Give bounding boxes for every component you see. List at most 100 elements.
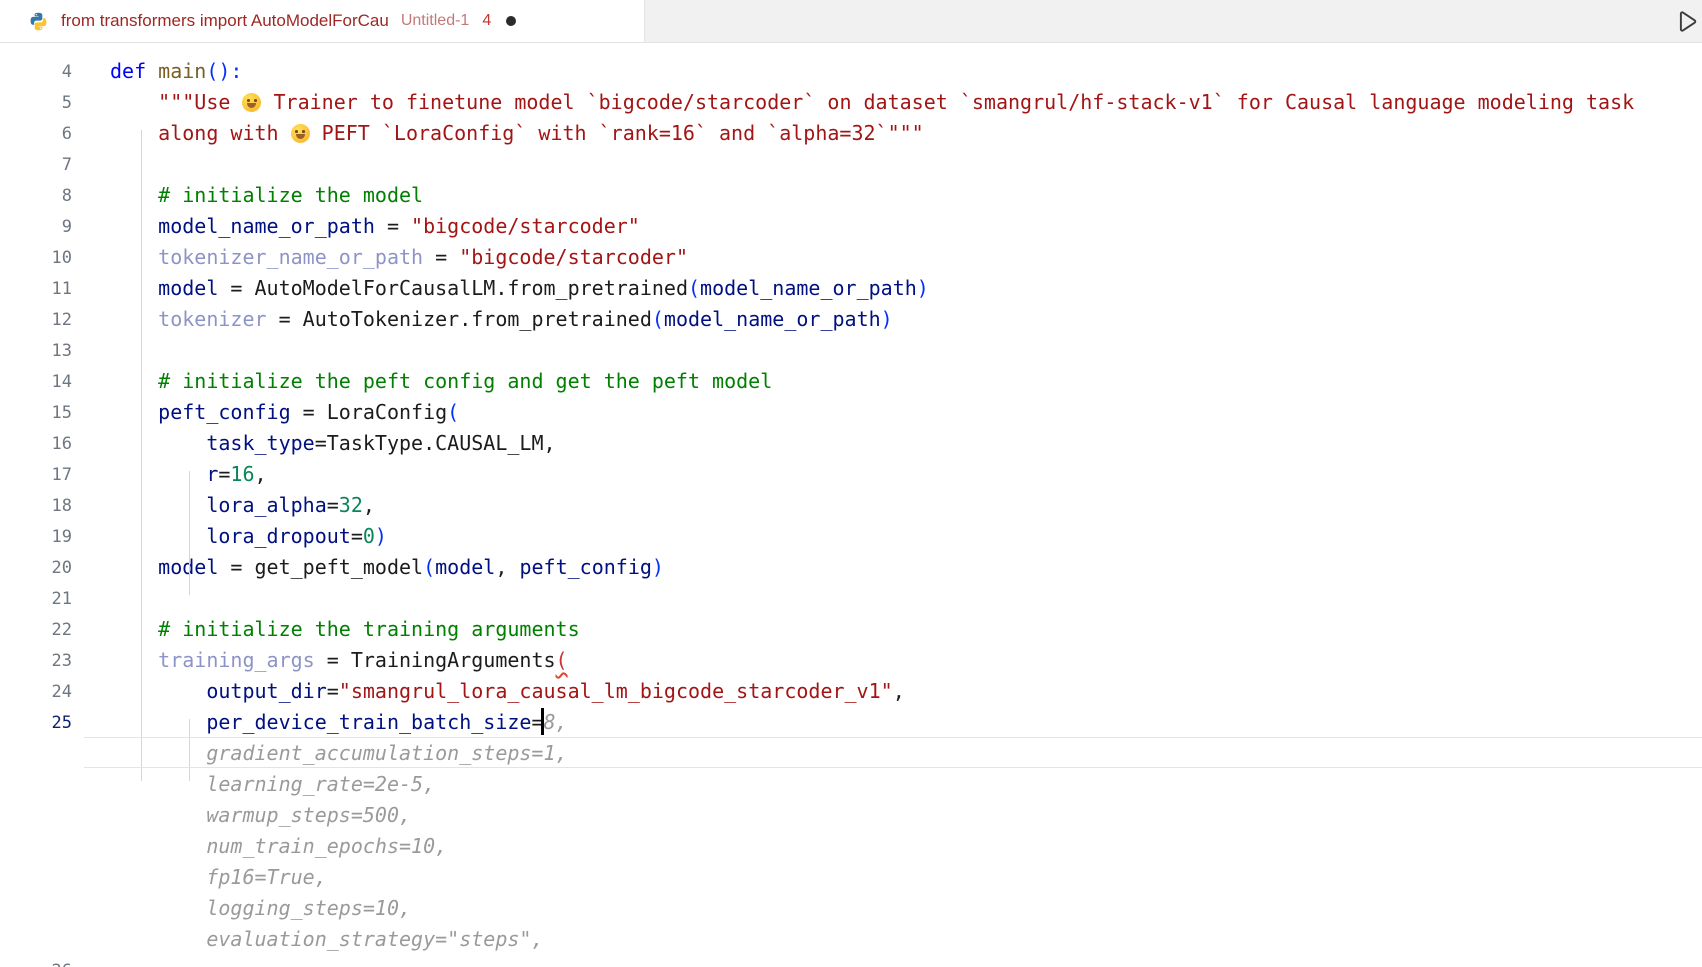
code-line-17[interactable]: 17 r=16, xyxy=(0,459,1702,490)
token-s: "bigcode/starcoder" xyxy=(411,214,640,238)
code-line-12[interactable]: 12 tokenizer = AutoTokenizer.from_pretra… xyxy=(0,304,1702,335)
code-line-23[interactable]: 23 training_args = TrainingArguments( xyxy=(0,645,1702,676)
code-line-14[interactable]: 14 # initialize the peft config and get … xyxy=(0,366,1702,397)
line-number: 13 xyxy=(0,341,72,361)
ghost-line[interactable]: gradient_accumulation_steps=1, xyxy=(0,738,1702,769)
code-text: evaluation_strategy="steps", xyxy=(72,924,1702,955)
token-g: gradient_accumulation_steps=1, xyxy=(110,741,568,765)
ghost-line[interactable]: warmup_steps=500, xyxy=(0,800,1702,831)
line-number: 7 xyxy=(0,155,72,175)
code-line-13[interactable]: 13 xyxy=(0,335,1702,366)
token-t: , xyxy=(255,462,267,486)
code-line-9[interactable]: 9 model_name_or_path = "bigcode/starcode… xyxy=(0,211,1702,242)
code-text: tokenizer_name_or_path = "bigcode/starco… xyxy=(72,242,1702,273)
run-file-button[interactable] xyxy=(1673,8,1700,35)
token-br: ) xyxy=(881,307,893,331)
line-number: 9 xyxy=(0,217,72,237)
code-text: model_name_or_path = "bigcode/starcoder" xyxy=(72,211,1702,242)
line-number: 22 xyxy=(0,620,72,640)
code-line-16[interactable]: 16 task_type=TaskType.CAUSAL_LM, xyxy=(0,428,1702,459)
code-line-8[interactable]: 8 # initialize the model xyxy=(0,180,1702,211)
token-c: # initialize the model xyxy=(158,183,423,207)
code-editor[interactable]: 4def main():5 """Use Trainer to finetune… xyxy=(0,43,1702,967)
token-t xyxy=(146,59,158,83)
token-t: , xyxy=(893,679,905,703)
code-text: output_dir="smangrul_lora_causal_lm_bigc… xyxy=(72,676,1702,707)
code-line-26[interactable]: 26 xyxy=(0,955,1702,967)
token-v: model xyxy=(435,555,495,579)
ghost-line[interactable]: num_train_epochs=10, xyxy=(0,831,1702,862)
token-s: along with xyxy=(110,121,291,145)
token-t: = TrainingArguments xyxy=(315,648,556,672)
token-t: = xyxy=(327,679,339,703)
token-vf: tokenizer xyxy=(158,307,266,331)
token-br: ) xyxy=(652,555,664,579)
code-text: num_train_epochs=10, xyxy=(72,831,1702,862)
line-number: 26 xyxy=(0,961,72,967)
tab-title: from transformers import AutoModelForCau xyxy=(61,11,389,31)
token-v: model_name_or_path xyxy=(664,307,881,331)
code-line-25[interactable]: 25 per_device_train_batch_size=8, xyxy=(0,707,1702,738)
token-g: learning_rate=2e-5, xyxy=(110,772,435,796)
ghost-line[interactable]: evaluation_strategy="steps", xyxy=(0,924,1702,955)
token-t xyxy=(110,276,158,300)
token-fn: main xyxy=(158,59,206,83)
token-t: = xyxy=(327,493,339,517)
token-t xyxy=(110,493,206,517)
line-number: 16 xyxy=(0,434,72,454)
line-number: 19 xyxy=(0,527,72,547)
code-text: warmup_steps=500, xyxy=(72,800,1702,831)
token-br: ) xyxy=(375,524,387,548)
code-line-4[interactable]: 4def main(): xyxy=(0,56,1702,87)
line-number: 25 xyxy=(0,713,72,733)
line-number: 15 xyxy=(0,403,72,423)
token-t xyxy=(110,400,158,424)
code-line-19[interactable]: 19 lora_dropout=0) xyxy=(0,521,1702,552)
ghost-line[interactable]: learning_rate=2e-5, xyxy=(0,769,1702,800)
token-n: 16 xyxy=(230,462,254,486)
code-line-15[interactable]: 15 peft_config = LoraConfig( xyxy=(0,397,1702,428)
token-vf: training_args xyxy=(158,648,315,672)
token-n: 0 xyxy=(363,524,375,548)
code-text: logging_steps=10, xyxy=(72,893,1702,924)
token-v: lora_dropout xyxy=(206,524,351,548)
token-s: "smangrul_lora_causal_lm_bigcode_starcod… xyxy=(339,679,893,703)
token-g: fp16=True, xyxy=(110,865,327,889)
line-number: 20 xyxy=(0,558,72,578)
token-v: per_device_train_batch_size xyxy=(206,710,531,734)
ghost-line[interactable]: logging_steps=10, xyxy=(0,893,1702,924)
token-t: = xyxy=(218,462,230,486)
line-number: 4 xyxy=(0,62,72,82)
code-line-22[interactable]: 22 # initialize the training arguments xyxy=(0,614,1702,645)
indent-guide-level1 xyxy=(141,130,142,781)
ghost-line[interactable]: fp16=True, xyxy=(0,862,1702,893)
code-line-6[interactable]: 6 along with PEFT `LoraConfig` with `ran… xyxy=(0,118,1702,149)
code-line-20[interactable]: 20 model = get_peft_model(model, peft_co… xyxy=(0,552,1702,583)
token-v: peft_config xyxy=(519,555,651,579)
token-t xyxy=(110,555,158,579)
token-v: task_type xyxy=(206,431,314,455)
code-line-11[interactable]: 11 model = AutoModelForCausalLM.from_pre… xyxy=(0,273,1702,304)
token-t xyxy=(110,462,206,486)
line-number: 10 xyxy=(0,248,72,268)
indent-guide-level2b xyxy=(189,719,190,781)
code-line-21[interactable]: 21 xyxy=(0,583,1702,614)
python-icon xyxy=(28,11,49,32)
code-line-10[interactable]: 10 tokenizer_name_or_path = "bigcode/sta… xyxy=(0,242,1702,273)
token-t: = get_peft_model xyxy=(218,555,423,579)
token-t xyxy=(110,245,158,269)
line-number: 23 xyxy=(0,651,72,671)
code-line-18[interactable]: 18 lora_alpha=32, xyxy=(0,490,1702,521)
code-text: per_device_train_batch_size=8, xyxy=(72,707,1702,738)
code-text: r=16, xyxy=(72,459,1702,490)
token-t xyxy=(110,524,206,548)
token-v: model_name_or_path xyxy=(158,214,375,238)
token-t: =TaskType.CAUSAL_LM, xyxy=(315,431,556,455)
code-line-5[interactable]: 5 """Use Trainer to finetune model `bigc… xyxy=(0,87,1702,118)
code-line-7[interactable]: 7 xyxy=(0,149,1702,180)
tab-untitled-1[interactable]: from transformers import AutoModelForCau… xyxy=(0,0,645,42)
code-text: task_type=TaskType.CAUSAL_LM, xyxy=(72,428,1702,459)
token-v: r xyxy=(206,462,218,486)
code-line-24[interactable]: 24 output_dir="smangrul_lora_causal_lm_b… xyxy=(0,676,1702,707)
modified-indicator-dot[interactable] xyxy=(506,16,516,26)
